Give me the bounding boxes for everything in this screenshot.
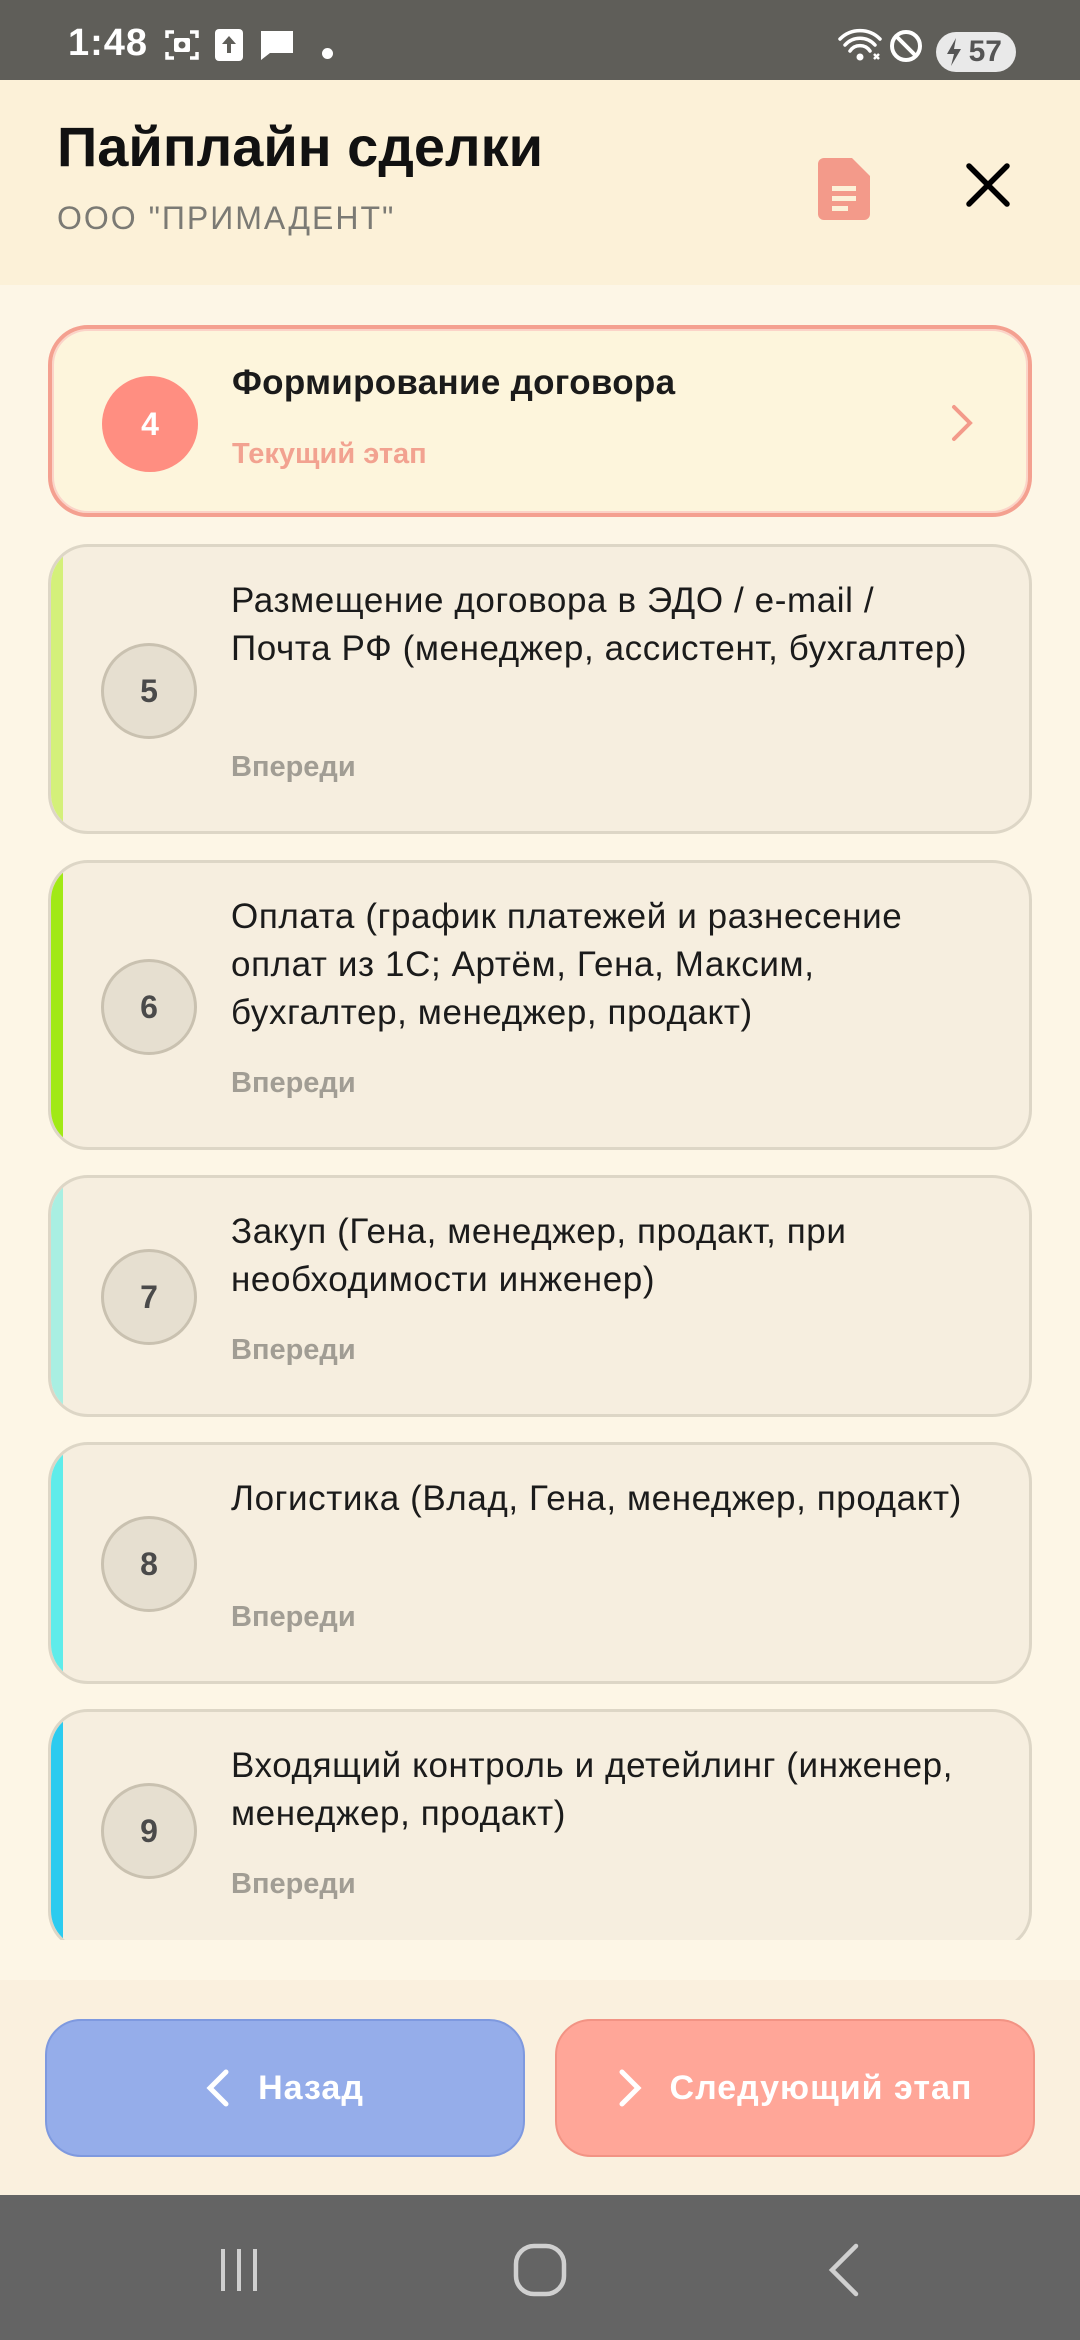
- stage-accent-bar: [51, 1712, 63, 1940]
- close-button[interactable]: [955, 152, 1021, 218]
- stage-status: Текущий этап: [232, 438, 427, 470]
- header: Пайплайн сделки ООО "ПРИМАДЕНТ": [0, 80, 1080, 285]
- stage-accent-bar: [51, 863, 63, 1147]
- nav-back-button[interactable]: [804, 2240, 884, 2300]
- stage-status: Впереди: [231, 1067, 356, 1099]
- stage-title: Размещение договора в ЭДО / e-mail / Поч…: [231, 581, 968, 668]
- next-stage-button-label: Следующий этап: [669, 2068, 973, 2107]
- battery-indicator: 57: [936, 32, 1016, 72]
- notification-dot: [322, 48, 333, 59]
- stage-status: Впереди: [231, 751, 356, 783]
- stage-title: Закуп (Гена, менеджер, продакт, при необ…: [231, 1212, 847, 1299]
- stage-title: Оплата (график платежей и разнесение опл…: [231, 897, 903, 1032]
- do-not-disturb-icon: [888, 28, 924, 69]
- stage-card[interactable]: 6 Оплата (график платежей и разнесение о…: [48, 860, 1032, 1150]
- status-bar: 1:48 57: [0, 0, 1080, 80]
- step-number: 8: [101, 1516, 197, 1612]
- close-icon: [966, 163, 1010, 207]
- back-button-label: Назад: [258, 2068, 364, 2107]
- battery-level: 57: [968, 35, 1002, 68]
- stage-card-current[interactable]: 4 Формирование договора Текущий этап: [48, 325, 1032, 517]
- screenshot-icon: [164, 28, 200, 67]
- bottom-action-bar: Назад Следующий этап: [0, 1980, 1080, 2195]
- battery-charging-icon: [944, 36, 964, 79]
- stage-title: Входящий контроль и детейлинг (инженер, …: [231, 1746, 954, 1833]
- step-number: 7: [101, 1249, 197, 1345]
- system-nav-bar: [0, 2195, 1080, 2340]
- recents-button[interactable]: [199, 2240, 279, 2300]
- stage-accent-bar: [51, 547, 63, 831]
- back-icon: [828, 2243, 859, 2297]
- chevron-right-icon: [619, 2069, 642, 2107]
- next-stage-button[interactable]: Следующий этап: [555, 2019, 1035, 2157]
- chevron-right-icon: [950, 403, 974, 448]
- stage-status: Впереди: [231, 1868, 356, 1900]
- back-button[interactable]: Назад: [45, 2019, 525, 2157]
- home-icon: [513, 2243, 567, 2297]
- step-number: 6: [101, 959, 197, 1055]
- stage-accent-bar: [51, 1178, 63, 1414]
- stage-card[interactable]: 5 Размещение договора в ЭДО / e-mail / П…: [48, 544, 1032, 834]
- chevron-left-icon: [206, 2069, 229, 2107]
- status-time: 1:48: [68, 22, 149, 64]
- document-icon: [818, 158, 870, 220]
- stage-card[interactable]: 7 Закуп (Гена, менеджер, продакт, при не…: [48, 1175, 1032, 1417]
- recents-icon: [221, 2249, 257, 2291]
- stage-title: Формирование договора: [232, 363, 676, 402]
- page-title: Пайплайн сделки: [57, 115, 544, 178]
- step-number: 9: [101, 1783, 197, 1879]
- home-button[interactable]: [500, 2240, 580, 2300]
- page-subtitle: ООО "ПРИМАДЕНТ": [57, 200, 396, 236]
- stage-accent-bar: [51, 1445, 63, 1681]
- stage-title: Логистика (Влад, Гена, менеджер, продакт…: [231, 1479, 962, 1518]
- stage-status: Впереди: [231, 1601, 356, 1633]
- wifi-icon: [838, 28, 882, 67]
- stage-list[interactable]: 4 Формирование договора Текущий этап 5 Р…: [0, 320, 1080, 1940]
- upload-icon: [214, 28, 244, 67]
- document-button[interactable]: [808, 150, 880, 228]
- stage-card[interactable]: 9 Входящий контроль и детейлинг (инженер…: [48, 1709, 1032, 1940]
- step-number: 4: [102, 376, 198, 472]
- stage-status: Впереди: [231, 1334, 356, 1366]
- message-icon: [258, 28, 296, 67]
- step-number: 5: [101, 643, 197, 739]
- stage-card[interactable]: 8 Логистика (Влад, Гена, менеджер, прода…: [48, 1442, 1032, 1684]
